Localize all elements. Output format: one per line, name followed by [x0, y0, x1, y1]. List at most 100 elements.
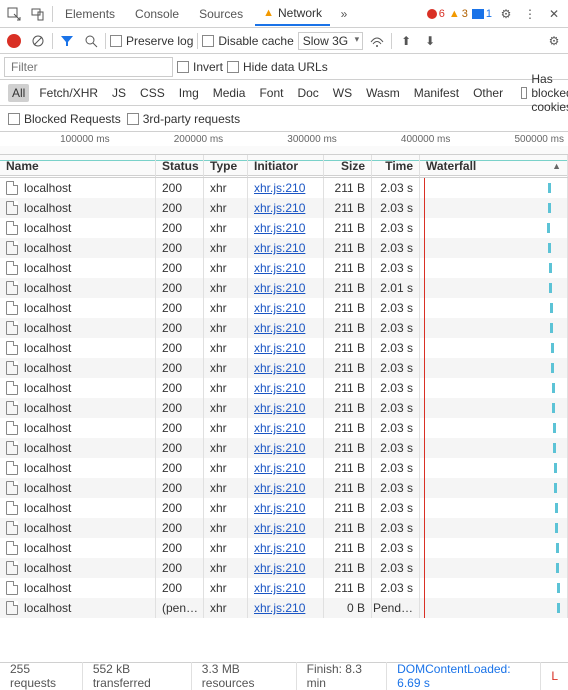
cell-initiator[interactable]: xhr.js:210: [254, 461, 305, 475]
table-row[interactable]: localhost200xhrxhr.js:210211 B2.03 s: [0, 498, 568, 518]
table-row[interactable]: localhost200xhrxhr.js:210211 B2.03 s: [0, 298, 568, 318]
table-row[interactable]: localhost200xhrxhr.js:210211 B2.03 s: [0, 258, 568, 278]
cell-initiator[interactable]: xhr.js:210: [254, 181, 305, 195]
cell-type: xhr: [204, 338, 248, 358]
cell-initiator[interactable]: xhr.js:210: [254, 281, 305, 295]
type-other[interactable]: Other: [469, 84, 507, 102]
cell-waterfall: [420, 218, 568, 238]
header-initiator[interactable]: Initiator: [248, 155, 324, 177]
type-ws[interactable]: WS: [329, 84, 356, 102]
header-type[interactable]: Type: [204, 155, 248, 177]
tab-sources[interactable]: Sources: [191, 3, 251, 25]
export-har-icon[interactable]: ⬇: [420, 31, 440, 51]
invert-checkbox[interactable]: Invert: [177, 60, 223, 74]
device-toggle-icon[interactable]: [28, 4, 48, 24]
cell-initiator[interactable]: xhr.js:210: [254, 561, 305, 575]
type-manifest[interactable]: Manifest: [410, 84, 463, 102]
import-har-icon[interactable]: ⬆: [396, 31, 416, 51]
filter-toggle-icon[interactable]: [57, 31, 77, 51]
filter-input[interactable]: [4, 57, 173, 77]
file-icon: [6, 461, 18, 475]
table-row[interactable]: localhost200xhrxhr.js:210211 B2.03 s: [0, 518, 568, 538]
cell-initiator[interactable]: xhr.js:210: [254, 381, 305, 395]
table-row[interactable]: localhost200xhrxhr.js:210211 B2.03 s: [0, 378, 568, 398]
cell-initiator[interactable]: xhr.js:210: [254, 321, 305, 335]
table-row[interactable]: localhost200xhrxhr.js:210211 B2.03 s: [0, 218, 568, 238]
table-row[interactable]: localhost200xhrxhr.js:210211 B2.03 s: [0, 238, 568, 258]
throttling-select[interactable]: Slow 3G: [298, 32, 363, 50]
table-row[interactable]: localhost200xhrxhr.js:210211 B2.03 s: [0, 558, 568, 578]
type-media[interactable]: Media: [209, 84, 250, 102]
table-row[interactable]: localhost200xhrxhr.js:210211 B2.03 s: [0, 438, 568, 458]
cell-initiator[interactable]: xhr.js:210: [254, 501, 305, 515]
status-domcontentloaded: DOMContentLoaded: 6.69 s: [387, 662, 541, 690]
record-button[interactable]: [4, 31, 24, 51]
cell-initiator[interactable]: xhr.js:210: [254, 481, 305, 495]
close-icon[interactable]: ✕: [544, 4, 564, 24]
table-row[interactable]: localhost200xhrxhr.js:210211 B2.03 s: [0, 318, 568, 338]
cell-name: localhost: [24, 221, 71, 235]
type-js[interactable]: JS: [108, 84, 130, 102]
type-doc[interactable]: Doc: [293, 84, 322, 102]
cell-initiator[interactable]: xhr.js:210: [254, 201, 305, 215]
cell-initiator[interactable]: xhr.js:210: [254, 221, 305, 235]
cell-initiator[interactable]: xhr.js:210: [254, 341, 305, 355]
warning-badge[interactable]: ▲3: [449, 8, 468, 20]
header-time[interactable]: Time: [372, 155, 420, 177]
tab-console[interactable]: Console: [127, 3, 187, 25]
type-wasm[interactable]: Wasm: [362, 84, 404, 102]
cell-initiator[interactable]: xhr.js:210: [254, 361, 305, 375]
table-row[interactable]: localhost200xhrxhr.js:210211 B2.03 s: [0, 178, 568, 198]
table-row[interactable]: localhost200xhrxhr.js:210211 B2.03 s: [0, 478, 568, 498]
type-fetch-xhr[interactable]: Fetch/XHR: [35, 84, 102, 102]
search-icon[interactable]: [81, 31, 101, 51]
type-all[interactable]: All: [8, 84, 29, 102]
table-row[interactable]: localhost200xhrxhr.js:210211 B2.03 s: [0, 578, 568, 598]
more-tabs-icon[interactable]: »: [334, 4, 354, 24]
blocked-requests-checkbox[interactable]: Blocked Requests: [8, 112, 121, 126]
type-font[interactable]: Font: [255, 84, 287, 102]
header-name[interactable]: Name: [0, 155, 156, 177]
table-row[interactable]: localhost200xhrxhr.js:210211 B2.03 s: [0, 358, 568, 378]
cell-initiator[interactable]: xhr.js:210: [254, 401, 305, 415]
message-badge[interactable]: 1: [472, 8, 492, 20]
hide-data-urls-checkbox[interactable]: Hide data URLs: [227, 60, 328, 74]
cell-initiator[interactable]: xhr.js:210: [254, 421, 305, 435]
type-img[interactable]: Img: [175, 84, 203, 102]
table-row[interactable]: localhost200xhrxhr.js:210211 B2.03 s: [0, 418, 568, 438]
cell-status: 200: [156, 338, 204, 358]
network-settings-icon[interactable]: ⚙: [544, 31, 564, 51]
cell-initiator[interactable]: xhr.js:210: [254, 441, 305, 455]
error-badge[interactable]: 6: [427, 8, 445, 20]
cell-initiator[interactable]: xhr.js:210: [254, 241, 305, 255]
tab-network[interactable]: ▲Network: [255, 2, 330, 26]
cell-initiator[interactable]: xhr.js:210: [254, 541, 305, 555]
tab-elements[interactable]: Elements: [57, 3, 123, 25]
table-row[interactable]: localhost(pen…xhrxhr.js:2100 BPend…: [0, 598, 568, 618]
clear-icon[interactable]: [28, 31, 48, 51]
type-css[interactable]: CSS: [136, 84, 169, 102]
cell-time: 2.03 s: [372, 238, 420, 258]
table-row[interactable]: localhost200xhrxhr.js:210211 B2.03 s: [0, 198, 568, 218]
cell-initiator[interactable]: xhr.js:210: [254, 521, 305, 535]
third-party-checkbox[interactable]: 3rd-party requests: [127, 112, 240, 126]
kebab-menu-icon[interactable]: ⋮: [520, 4, 540, 24]
cell-initiator[interactable]: xhr.js:210: [254, 601, 305, 615]
disable-cache-checkbox[interactable]: Disable cache: [202, 34, 293, 48]
table-row[interactable]: localhost200xhrxhr.js:210211 B2.03 s: [0, 338, 568, 358]
table-row[interactable]: localhost200xhrxhr.js:210211 B2.01 s: [0, 278, 568, 298]
table-row[interactable]: localhost200xhrxhr.js:210211 B2.03 s: [0, 538, 568, 558]
cell-initiator[interactable]: xhr.js:210: [254, 301, 305, 315]
header-size[interactable]: Size: [324, 155, 372, 177]
preserve-log-checkbox[interactable]: Preserve log: [110, 34, 193, 48]
header-status[interactable]: Status: [156, 155, 204, 177]
blocked-cookies-checkbox[interactable]: Has blocked cookies: [521, 72, 568, 114]
table-row[interactable]: localhost200xhrxhr.js:210211 B2.03 s: [0, 398, 568, 418]
inspect-icon[interactable]: [4, 4, 24, 24]
cell-initiator[interactable]: xhr.js:210: [254, 581, 305, 595]
settings-icon[interactable]: ⚙: [496, 4, 516, 24]
header-waterfall[interactable]: Waterfall▲: [420, 155, 568, 177]
table-row[interactable]: localhost200xhrxhr.js:210211 B2.03 s: [0, 458, 568, 478]
network-conditions-icon[interactable]: [367, 31, 387, 51]
cell-initiator[interactable]: xhr.js:210: [254, 261, 305, 275]
